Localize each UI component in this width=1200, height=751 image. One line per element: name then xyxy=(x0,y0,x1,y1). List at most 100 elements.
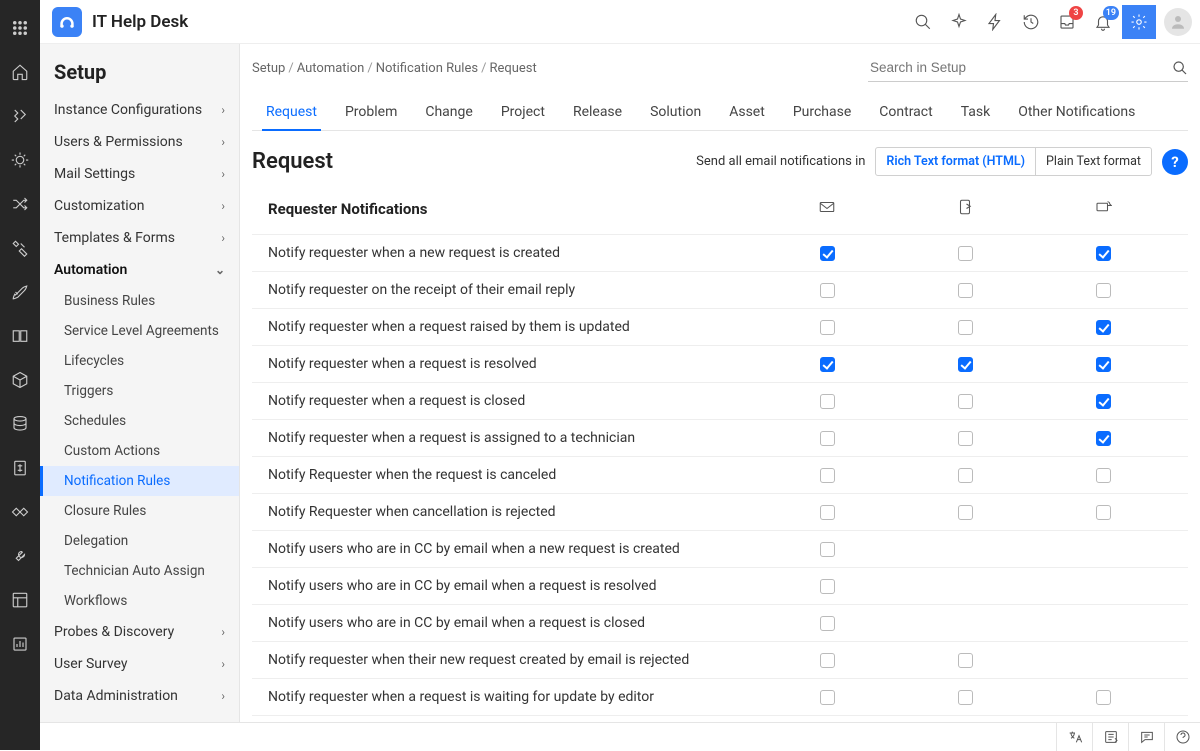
checkbox[interactable] xyxy=(958,431,973,446)
user-avatar[interactable] xyxy=(1164,8,1192,36)
sidebar-subitem[interactable]: Business Rules xyxy=(40,286,239,316)
layout-icon[interactable] xyxy=(0,580,40,620)
inbox-icon[interactable]: 3 xyxy=(1050,5,1084,39)
checkbox[interactable] xyxy=(820,394,835,409)
handshake-icon[interactable] xyxy=(0,492,40,532)
checkbox[interactable] xyxy=(820,357,835,372)
rocket-icon[interactable] xyxy=(0,272,40,312)
ticket-icon[interactable] xyxy=(0,96,40,136)
package-icon[interactable] xyxy=(0,360,40,400)
sidebar-item[interactable]: Users & Permissions› xyxy=(40,126,239,158)
checkbox[interactable] xyxy=(1096,505,1111,520)
format-option[interactable]: Rich Text format (HTML) xyxy=(876,148,1035,175)
row-label[interactable]: Notify requester when their new request … xyxy=(268,652,758,668)
tab[interactable]: Project xyxy=(487,94,559,130)
wrench-icon[interactable] xyxy=(0,536,40,576)
sidebar-item[interactable]: Templates & Forms› xyxy=(40,222,239,254)
gear-icon[interactable] xyxy=(1122,5,1156,39)
tab[interactable]: Release xyxy=(559,94,636,130)
checkbox[interactable] xyxy=(1096,357,1111,372)
checkbox[interactable] xyxy=(958,505,973,520)
tab[interactable]: Purchase xyxy=(779,94,865,130)
setup-search-input[interactable] xyxy=(868,54,1172,81)
tools-icon[interactable] xyxy=(0,228,40,268)
row-label[interactable]: Notify users who are in CC by email when… xyxy=(268,578,758,594)
tab[interactable]: Task xyxy=(947,94,1005,130)
report-icon[interactable] xyxy=(0,624,40,664)
sidebar-item[interactable]: Instance Configurations› xyxy=(40,94,239,126)
checkbox[interactable] xyxy=(958,653,973,668)
checkbox[interactable] xyxy=(820,653,835,668)
checkbox[interactable] xyxy=(958,246,973,261)
tab[interactable]: Change xyxy=(411,94,486,130)
row-label[interactable]: Notify requester on the receipt of their… xyxy=(268,282,758,298)
tab[interactable]: Contract xyxy=(865,94,946,130)
sidebar-item[interactable]: Data Administration› xyxy=(40,680,239,712)
sidebar-subitem[interactable]: Triggers xyxy=(40,376,239,406)
breadcrumb-segment[interactable]: Notification Rules xyxy=(376,61,478,76)
checkbox[interactable] xyxy=(820,542,835,557)
checkbox[interactable] xyxy=(1096,690,1111,705)
sidebar-subitem[interactable]: Schedules xyxy=(40,406,239,436)
shuffle-icon[interactable] xyxy=(0,184,40,224)
help-icon[interactable] xyxy=(1164,723,1200,751)
chat-icon[interactable] xyxy=(1128,723,1164,751)
row-label[interactable]: Notify requester when a request is resol… xyxy=(268,356,758,372)
bell-icon[interactable]: 19 xyxy=(1086,5,1120,39)
checkbox[interactable] xyxy=(820,468,835,483)
invoice-icon[interactable] xyxy=(0,448,40,488)
apps-grid-icon[interactable] xyxy=(0,8,40,48)
row-label[interactable]: Notify Requester when cancellation is re… xyxy=(268,504,758,520)
sidebar-subitem[interactable]: Custom Actions xyxy=(40,436,239,466)
checkbox[interactable] xyxy=(1096,320,1111,335)
sidebar-subitem[interactable]: Technician Auto Assign xyxy=(40,556,239,586)
row-label[interactable]: Notify requester when a request raised b… xyxy=(268,319,758,335)
history-icon[interactable] xyxy=(1014,5,1048,39)
checkbox[interactable] xyxy=(820,579,835,594)
setup-search[interactable] xyxy=(868,54,1188,82)
row-label[interactable]: Notify Requester when the request is can… xyxy=(268,467,758,483)
row-label[interactable]: Notify requester when a request is assig… xyxy=(268,430,758,446)
database-icon[interactable] xyxy=(0,404,40,444)
help-button[interactable]: ? xyxy=(1162,149,1188,175)
tab[interactable]: Solution xyxy=(636,94,715,130)
home-icon[interactable] xyxy=(0,52,40,92)
checkbox[interactable] xyxy=(1096,468,1111,483)
checkbox[interactable] xyxy=(820,246,835,261)
row-label[interactable]: Notify users who are in CC by email when… xyxy=(268,615,758,631)
tab[interactable]: Problem xyxy=(331,94,411,130)
checkbox[interactable] xyxy=(1096,246,1111,261)
checkbox[interactable] xyxy=(820,283,835,298)
bug-icon[interactable] xyxy=(0,140,40,180)
sidebar-subitem[interactable]: Lifecycles xyxy=(40,346,239,376)
sidebar-item[interactable]: Automation⌄ xyxy=(40,254,239,286)
checkbox[interactable] xyxy=(1096,394,1111,409)
row-label[interactable]: Notify requester when a request is close… xyxy=(268,393,758,409)
checkbox[interactable] xyxy=(958,690,973,705)
translate-icon[interactable] xyxy=(1056,723,1092,751)
checkbox[interactable] xyxy=(1096,283,1111,298)
checkbox[interactable] xyxy=(958,468,973,483)
checkbox[interactable] xyxy=(958,394,973,409)
checkbox[interactable] xyxy=(820,431,835,446)
tab[interactable]: Other Notifications xyxy=(1004,94,1149,130)
note-icon[interactable] xyxy=(1092,723,1128,751)
format-option[interactable]: Plain Text format xyxy=(1035,148,1151,175)
tab[interactable]: Request xyxy=(252,94,331,130)
breadcrumb-segment[interactable]: Setup xyxy=(252,61,285,76)
checkbox[interactable] xyxy=(958,320,973,335)
checkbox[interactable] xyxy=(820,690,835,705)
row-label[interactable]: Notify users who are in CC by email when… xyxy=(268,541,758,557)
sparkle-icon[interactable] xyxy=(942,5,976,39)
checkbox[interactable] xyxy=(1096,431,1111,446)
sidebar-item[interactable]: Probes & Discovery› xyxy=(40,616,239,648)
tab[interactable]: Asset xyxy=(715,94,779,130)
checkbox[interactable] xyxy=(958,283,973,298)
sidebar-subitem[interactable]: Workflows xyxy=(40,586,239,616)
sidebar-subitem[interactable]: Notification Rules xyxy=(40,466,239,496)
book-icon[interactable] xyxy=(0,316,40,356)
sidebar-item[interactable]: Mail Settings› xyxy=(40,158,239,190)
search-icon[interactable] xyxy=(906,5,940,39)
checkbox[interactable] xyxy=(820,616,835,631)
checkbox[interactable] xyxy=(958,357,973,372)
